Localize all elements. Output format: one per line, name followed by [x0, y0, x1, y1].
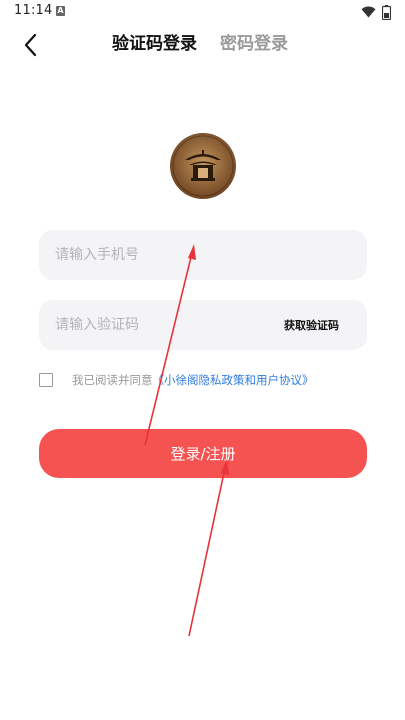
agreement-checkbox[interactable]: [39, 373, 53, 387]
app-logo: [169, 132, 237, 200]
wifi-icon: [361, 6, 376, 18]
annotation-arrow-line-2: [188, 467, 226, 637]
status-time: 11:14: [14, 3, 53, 18]
status-bar: 11:14 A: [0, 0, 405, 24]
annotation-arrows: [144, 244, 229, 637]
tab-sms-login[interactable]: 验证码登录: [112, 33, 197, 55]
get-code-button[interactable]: 获取验证码: [284, 317, 339, 333]
notification-icon: A: [56, 6, 65, 16]
login-register-button[interactable]: 登录/注册: [39, 429, 367, 478]
phone-field[interactable]: [39, 230, 367, 280]
phone-input[interactable]: [55, 230, 275, 280]
code-field[interactable]: 获取验证码: [39, 300, 367, 350]
agreement-text: 我已阅读并同意: [72, 373, 153, 387]
agreement-link[interactable]: 《小徐阁隐私政策和用户协议》: [153, 372, 314, 388]
back-arrow-icon: [24, 33, 37, 57]
back-button[interactable]: [18, 32, 44, 58]
agreement-row: 我已阅读并同意 《小徐阁隐私政策和用户协议》: [39, 372, 314, 388]
battery-icon: [382, 4, 391, 20]
tab-password-login[interactable]: 密码登录: [220, 33, 288, 55]
code-input[interactable]: [55, 300, 275, 350]
status-icons: [361, 4, 391, 20]
